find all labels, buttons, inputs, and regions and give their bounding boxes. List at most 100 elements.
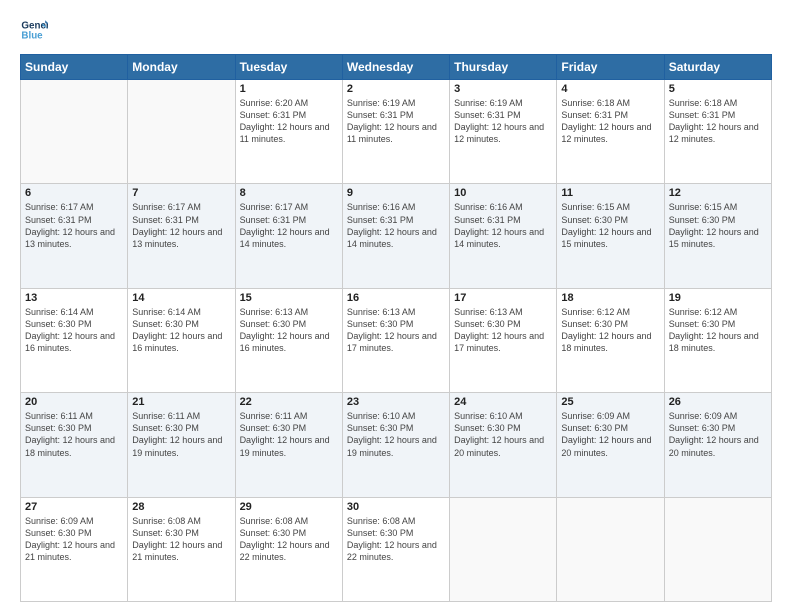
day-number: 6 <box>25 187 123 199</box>
calendar-cell: 25 Sunrise: 6:09 AM Sunset: 6:30 PM Dayli… <box>557 393 664 497</box>
header: General Blue <box>20 16 772 44</box>
day-info: Sunrise: 6:11 AM Sunset: 6:30 PM Dayligh… <box>25 410 123 459</box>
calendar-cell: 22 Sunrise: 6:11 AM Sunset: 6:30 PM Dayli… <box>235 393 342 497</box>
calendar-week-2: 6 Sunrise: 6:17 AM Sunset: 6:31 PM Daylig… <box>21 184 772 288</box>
calendar-cell: 23 Sunrise: 6:10 AM Sunset: 6:30 PM Dayli… <box>342 393 449 497</box>
calendar-cell: 24 Sunrise: 6:10 AM Sunset: 6:30 PM Dayli… <box>450 393 557 497</box>
day-info: Sunrise: 6:12 AM Sunset: 6:30 PM Dayligh… <box>561 306 659 355</box>
day-number: 28 <box>132 501 230 513</box>
day-info: Sunrise: 6:20 AM Sunset: 6:31 PM Dayligh… <box>240 97 338 146</box>
calendar-cell: 27 Sunrise: 6:09 AM Sunset: 6:30 PM Dayli… <box>21 497 128 601</box>
day-info: Sunrise: 6:11 AM Sunset: 6:30 PM Dayligh… <box>240 410 338 459</box>
day-number: 5 <box>669 83 767 95</box>
day-info: Sunrise: 6:09 AM Sunset: 6:30 PM Dayligh… <box>669 410 767 459</box>
calendar-cell <box>557 497 664 601</box>
day-number: 22 <box>240 396 338 408</box>
day-number: 10 <box>454 187 552 199</box>
calendar-week-5: 27 Sunrise: 6:09 AM Sunset: 6:30 PM Dayli… <box>21 497 772 601</box>
day-number: 4 <box>561 83 659 95</box>
calendar-week-3: 13 Sunrise: 6:14 AM Sunset: 6:30 PM Dayli… <box>21 288 772 392</box>
day-info: Sunrise: 6:18 AM Sunset: 6:31 PM Dayligh… <box>561 97 659 146</box>
day-number: 19 <box>669 292 767 304</box>
day-number: 11 <box>561 187 659 199</box>
day-number: 1 <box>240 83 338 95</box>
day-info: Sunrise: 6:18 AM Sunset: 6:31 PM Dayligh… <box>669 97 767 146</box>
day-info: Sunrise: 6:13 AM Sunset: 6:30 PM Dayligh… <box>240 306 338 355</box>
calendar-cell: 5 Sunrise: 6:18 AM Sunset: 6:31 PM Daylig… <box>664 80 771 184</box>
logo: General Blue <box>20 16 54 44</box>
day-info: Sunrise: 6:16 AM Sunset: 6:31 PM Dayligh… <box>347 201 445 250</box>
calendar-cell <box>128 80 235 184</box>
day-header-thursday: Thursday <box>450 55 557 80</box>
day-number: 17 <box>454 292 552 304</box>
day-info: Sunrise: 6:13 AM Sunset: 6:30 PM Dayligh… <box>454 306 552 355</box>
day-number: 21 <box>132 396 230 408</box>
logo-icon: General Blue <box>20 16 48 44</box>
day-number: 29 <box>240 501 338 513</box>
day-number: 15 <box>240 292 338 304</box>
day-info: Sunrise: 6:19 AM Sunset: 6:31 PM Dayligh… <box>347 97 445 146</box>
calendar-cell: 18Sunrise: 6:12 AM Sunset: 6:30 PM Dayli… <box>557 288 664 392</box>
day-info: Sunrise: 6:08 AM Sunset: 6:30 PM Dayligh… <box>240 515 338 564</box>
day-number: 24 <box>454 396 552 408</box>
day-info: Sunrise: 6:13 AM Sunset: 6:30 PM Dayligh… <box>347 306 445 355</box>
day-header-wednesday: Wednesday <box>342 55 449 80</box>
calendar-week-1: 1 Sunrise: 6:20 AM Sunset: 6:31 PM Daylig… <box>21 80 772 184</box>
calendar-cell <box>664 497 771 601</box>
day-info: Sunrise: 6:09 AM Sunset: 6:30 PM Dayligh… <box>561 410 659 459</box>
calendar-cell: 14 Sunrise: 6:14 AM Sunset: 6:30 PM Dayli… <box>128 288 235 392</box>
day-info: Sunrise: 6:10 AM Sunset: 6:30 PM Dayligh… <box>347 410 445 459</box>
day-info: Sunrise: 6:15 AM Sunset: 6:30 PM Dayligh… <box>561 201 659 250</box>
calendar-cell: 3Sunrise: 6:19 AM Sunset: 6:31 PM Daylig… <box>450 80 557 184</box>
day-info: Sunrise: 6:11 AM Sunset: 6:30 PM Dayligh… <box>132 410 230 459</box>
day-number: 13 <box>25 292 123 304</box>
calendar-cell <box>21 80 128 184</box>
day-header-friday: Friday <box>557 55 664 80</box>
svg-text:Blue: Blue <box>21 30 43 41</box>
day-number: 26 <box>669 396 767 408</box>
calendar-cell: 9 Sunrise: 6:16 AM Sunset: 6:31 PM Daylig… <box>342 184 449 288</box>
day-info: Sunrise: 6:10 AM Sunset: 6:30 PM Dayligh… <box>454 410 552 459</box>
day-number: 20 <box>25 396 123 408</box>
calendar-cell: 17 Sunrise: 6:13 AM Sunset: 6:30 PM Dayli… <box>450 288 557 392</box>
day-info: Sunrise: 6:16 AM Sunset: 6:31 PM Dayligh… <box>454 201 552 250</box>
calendar-cell: 30 Sunrise: 6:08 AM Sunset: 6:30 PM Dayli… <box>342 497 449 601</box>
calendar-cell: 6Sunrise: 6:17 AM Sunset: 6:31 PM Daylig… <box>21 184 128 288</box>
day-info: Sunrise: 6:19 AM Sunset: 6:31 PM Dayligh… <box>454 97 552 146</box>
calendar-cell: 28 Sunrise: 6:08 AM Sunset: 6:30 PM Dayli… <box>128 497 235 601</box>
day-number: 9 <box>347 187 445 199</box>
calendar-cell: 29 Sunrise: 6:08 AM Sunset: 6:30 PM Dayli… <box>235 497 342 601</box>
day-info: Sunrise: 6:12 AM Sunset: 6:30 PM Dayligh… <box>669 306 767 355</box>
calendar-cell: 10 Sunrise: 6:16 AM Sunset: 6:31 PM Dayli… <box>450 184 557 288</box>
day-header-tuesday: Tuesday <box>235 55 342 80</box>
day-header-saturday: Saturday <box>664 55 771 80</box>
day-number: 14 <box>132 292 230 304</box>
calendar-cell: 21 Sunrise: 6:11 AM Sunset: 6:30 PM Dayli… <box>128 393 235 497</box>
calendar-week-4: 20 Sunrise: 6:11 AM Sunset: 6:30 PM Dayli… <box>21 393 772 497</box>
day-number: 16 <box>347 292 445 304</box>
day-number: 25 <box>561 396 659 408</box>
calendar-cell: 1 Sunrise: 6:20 AM Sunset: 6:31 PM Daylig… <box>235 80 342 184</box>
calendar-cell: 2 Sunrise: 6:19 AM Sunset: 6:31 PM Daylig… <box>342 80 449 184</box>
calendar-cell: 8Sunrise: 6:17 AM Sunset: 6:31 PM Daylig… <box>235 184 342 288</box>
day-number: 23 <box>347 396 445 408</box>
calendar-cell: 26 Sunrise: 6:09 AM Sunset: 6:30 PM Dayli… <box>664 393 771 497</box>
day-number: 12 <box>669 187 767 199</box>
day-number: 2 <box>347 83 445 95</box>
day-number: 7 <box>132 187 230 199</box>
day-info: Sunrise: 6:14 AM Sunset: 6:30 PM Dayligh… <box>132 306 230 355</box>
day-number: 30 <box>347 501 445 513</box>
calendar-cell: 15 Sunrise: 6:13 AM Sunset: 6:30 PM Dayli… <box>235 288 342 392</box>
calendar-cell: 20 Sunrise: 6:11 AM Sunset: 6:30 PM Dayli… <box>21 393 128 497</box>
day-number: 27 <box>25 501 123 513</box>
calendar-cell: 13Sunrise: 6:14 AM Sunset: 6:30 PM Dayli… <box>21 288 128 392</box>
day-header-monday: Monday <box>128 55 235 80</box>
calendar-cell: 4 Sunrise: 6:18 AM Sunset: 6:31 PM Daylig… <box>557 80 664 184</box>
day-info: Sunrise: 6:17 AM Sunset: 6:31 PM Dayligh… <box>240 201 338 250</box>
day-info: Sunrise: 6:08 AM Sunset: 6:30 PM Dayligh… <box>132 515 230 564</box>
calendar-cell: 19 Sunrise: 6:12 AM Sunset: 6:30 PM Dayli… <box>664 288 771 392</box>
calendar-table: SundayMondayTuesdayWednesdayThursdayFrid… <box>20 54 772 602</box>
header-row: SundayMondayTuesdayWednesdayThursdayFrid… <box>21 55 772 80</box>
day-info: Sunrise: 6:09 AM Sunset: 6:30 PM Dayligh… <box>25 515 123 564</box>
day-info: Sunrise: 6:08 AM Sunset: 6:30 PM Dayligh… <box>347 515 445 564</box>
